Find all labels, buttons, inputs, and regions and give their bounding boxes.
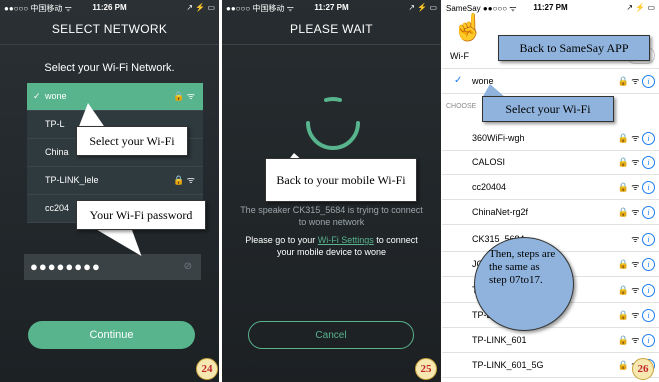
callout-select-wifi: Select your Wi-Fi xyxy=(76,126,188,156)
info-icon[interactable]: i xyxy=(642,309,655,323)
please-wait-screen: ●●○○○ 中国移动 ᯤ 11:27 PM ↗ ⚡ ▭ PLEASE WAIT … xyxy=(222,0,441,382)
callout-tail xyxy=(90,226,142,256)
callout-steps-same: Then, steps are the same as step 07to17. xyxy=(474,237,574,331)
battery-icon: ↗ ⚡ ▭ xyxy=(408,3,437,12)
lock-wifi-icon: 🔒 ᯤ xyxy=(173,91,195,101)
page-number-badge: 26 xyxy=(632,358,654,380)
network-name: ChinaNet-rg2f xyxy=(472,207,529,217)
callout-back-to-app: Back to SameSay APP xyxy=(498,35,650,61)
lock-wifi-icon: ᯤ i xyxy=(631,232,655,247)
callout-select-wifi: Select your Wi-Fi xyxy=(482,96,614,122)
goto-prefix: Please go to your xyxy=(245,235,318,245)
select-network-screen: ●●○○○ 中国移动 ᯤ 11:26 PM ↗ ⚡ ▭ SELECT NETWO… xyxy=(0,0,219,382)
info-icon[interactable]: i xyxy=(642,334,655,348)
page-title: PLEASE WAIT xyxy=(290,22,373,36)
status-bar: ●●○○○ 中国移动 ᯤ 11:27 PM ↗ ⚡ ▭ xyxy=(222,0,441,16)
lock-wifi-icon: 🔒 ᯤ i xyxy=(618,74,655,89)
network-name: CALOSI xyxy=(472,157,506,167)
network-name: TP-L xyxy=(45,119,65,129)
network-row[interactable]: 360WiFi-wgh 🔒 ᯤ i xyxy=(442,125,659,151)
continue-button[interactable]: Continue xyxy=(28,321,195,349)
ios-wifi-settings-screen: SameSay ●●○○○ ᯤ 11:27 PM ↗ ⚡ ▭ Wi-F ✓ wo… xyxy=(442,0,659,382)
goto-settings-text: Please go to your Wi-Fi Settings to conn… xyxy=(236,234,427,258)
info-icon[interactable]: i xyxy=(642,258,655,272)
instruction-text: Select your Wi-Fi Network. xyxy=(44,62,175,74)
info-icon[interactable]: i xyxy=(642,284,655,298)
network-name: TP-LINK_601_5G xyxy=(472,360,544,370)
divider xyxy=(222,44,441,45)
lock-wifi-icon: 🔒 ᯤ i xyxy=(618,333,655,348)
callout-back-to-wifi: Back to your mobile Wi-Fi xyxy=(265,158,417,202)
page-number-badge: 25 xyxy=(415,358,437,380)
loading-spinner-icon xyxy=(306,97,360,150)
password-mask: ●●●●●●●● xyxy=(30,259,101,274)
network-name: 360WiFi-wgh xyxy=(472,133,525,143)
checkmark-icon: ✓ xyxy=(454,75,463,86)
network-row[interactable]: TP-LINK_601_5G🔒 ᯤ i xyxy=(442,352,659,378)
network-row[interactable]: CALOSI 🔒 ᯤ i xyxy=(442,149,659,175)
network-name: cc204 xyxy=(45,203,70,213)
network-row[interactable]: TP-LINK_lele 🔒 ᯤ xyxy=(27,167,203,195)
info-icon[interactable]: i xyxy=(642,233,655,247)
battery-icon: ↗ ⚡ ▭ xyxy=(186,3,215,12)
cancel-button[interactable]: Cancel xyxy=(248,321,414,349)
lock-wifi-icon: 🔒 ᯤ i xyxy=(618,205,655,220)
connected-network-row[interactable]: ✓ wone 🔒 ᯤ i xyxy=(442,68,659,94)
hand-pointer-icon: ☝ xyxy=(452,12,485,42)
row-label: Wi-F xyxy=(450,51,469,61)
page-number-badge: 24 xyxy=(196,358,218,380)
page-title: SELECT NETWORK xyxy=(51,22,168,36)
info-icon[interactable]: i xyxy=(642,181,655,195)
status-bar: ●●○○○ 中国移动 ᯤ 11:26 PM ↗ ⚡ ▭ xyxy=(0,0,219,16)
network-name: wone xyxy=(45,91,67,101)
eye-icon[interactable]: ⊘ xyxy=(184,254,193,280)
password-field[interactable]: ●●●●●●●● ⊘ xyxy=(24,254,201,280)
info-icon[interactable]: i xyxy=(642,75,655,89)
network-row[interactable]: TP-LINK_601 🔒 ᯤ i xyxy=(442,327,659,353)
network-name: China xyxy=(45,147,69,157)
divider xyxy=(0,44,219,45)
lock-wifi-icon: 🔒 ᯤ i xyxy=(618,131,655,146)
callout-wifi-password: Your Wi-Fi password xyxy=(76,200,206,230)
info-icon[interactable]: i xyxy=(642,156,655,170)
network-name: TP-LINK_601 xyxy=(472,335,527,345)
network-name: TP-LINK_lele xyxy=(45,175,99,185)
lock-wifi-icon: 🔒 ᯤ i xyxy=(618,308,655,323)
wifi-settings-link[interactable]: Wi-Fi Settings xyxy=(318,235,374,245)
battery-icon: ↗ ⚡ ▭ xyxy=(626,3,655,12)
section-label: CHOOSE xyxy=(446,103,477,110)
lock-wifi-icon: 🔒 ᯤ i xyxy=(618,283,655,298)
lock-wifi-icon: 🔒 ᯤ i xyxy=(618,180,655,195)
connecting-info: The speaker CK315_5684 is trying to conn… xyxy=(240,205,423,227)
network-row-wone[interactable]: ✓ wone 🔒 ᯤ xyxy=(27,83,203,111)
network-row[interactable]: ChinaNet-rg2f 🔒 ᯤ i xyxy=(442,199,659,225)
network-name: cc20404 xyxy=(472,182,507,192)
lock-wifi-icon: 🔒 ᯤ xyxy=(173,175,195,185)
checkmark-icon: ✓ xyxy=(33,91,41,101)
lock-wifi-icon: 🔒 ᯤ i xyxy=(618,257,655,272)
lock-wifi-icon: 🔒 ᯤ i xyxy=(618,155,655,170)
info-icon[interactable]: i xyxy=(642,206,655,220)
network-row[interactable]: cc20404 🔒 ᯤ i xyxy=(442,174,659,200)
info-icon[interactable]: i xyxy=(642,132,655,146)
